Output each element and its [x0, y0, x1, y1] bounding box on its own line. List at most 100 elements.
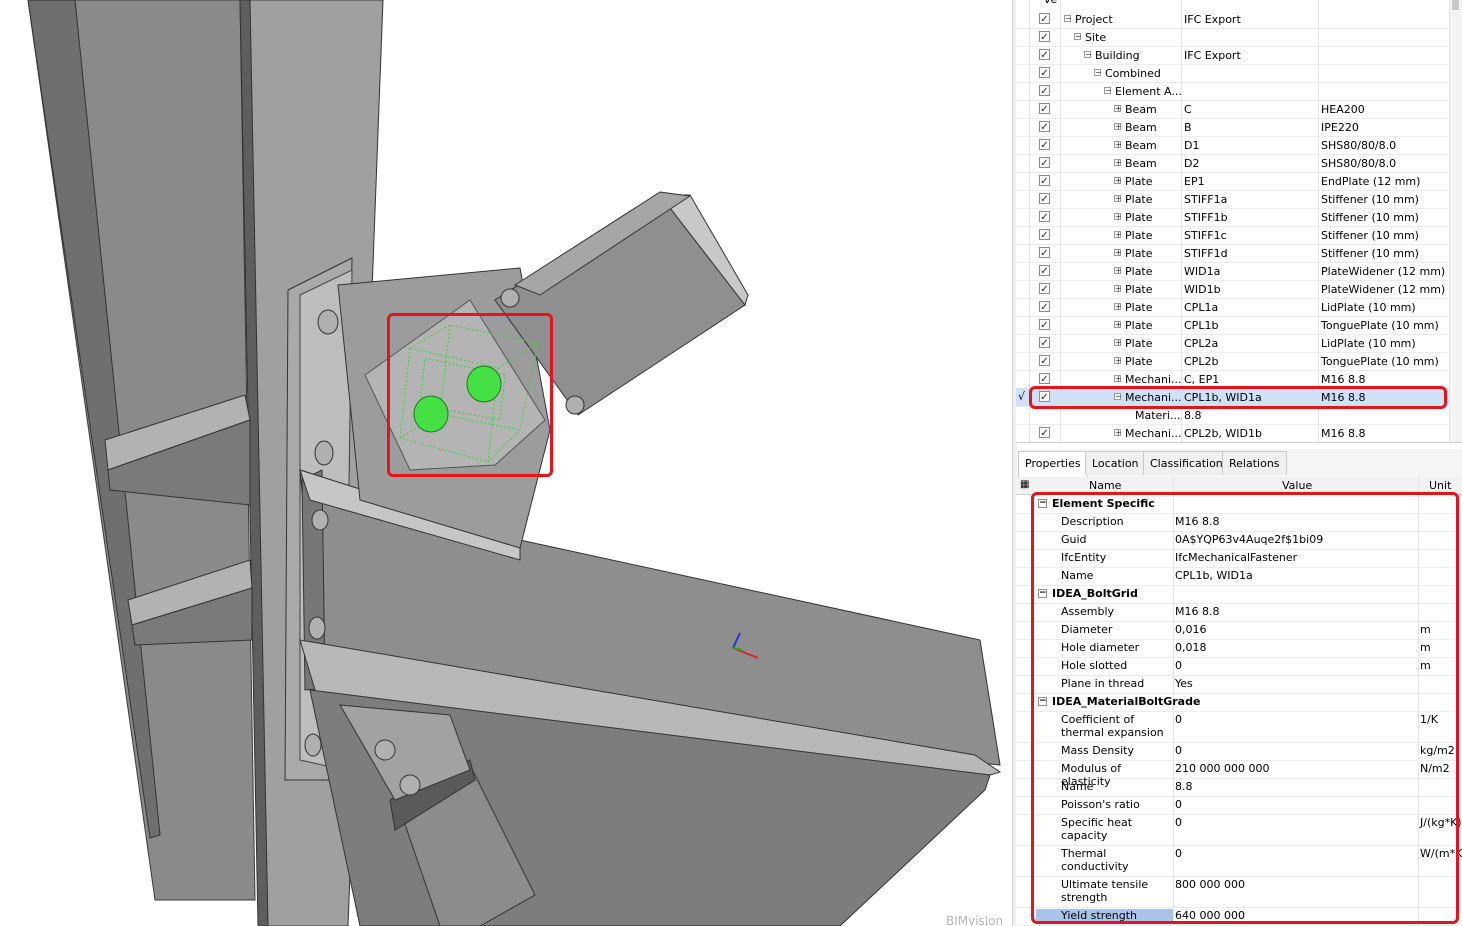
- visibility-checkbox[interactable]: ✓: [1039, 121, 1050, 133]
- collapse-icon[interactable]: −: [1074, 33, 1082, 41]
- tree-row[interactable]: ✓ + Plate CPL1a LidPlate (10 mm): [1016, 298, 1448, 317]
- expand-icon[interactable]: +: [1114, 195, 1122, 203]
- collapse-icon[interactable]: −: [1038, 697, 1047, 706]
- expand-icon[interactable]: +: [1114, 267, 1122, 275]
- expand-icon[interactable]: +: [1114, 105, 1122, 113]
- property-row[interactable]: Coefficient of thermal expansion 0 1/K: [1016, 711, 1456, 743]
- property-row[interactable]: Plane in thread Yes: [1016, 675, 1456, 694]
- expand-icon[interactable]: +: [1114, 123, 1122, 131]
- visibility-checkbox[interactable]: ✓: [1039, 391, 1050, 403]
- header-name[interactable]: Name: [1089, 479, 1121, 492]
- tree-row[interactable]: ✓ + Beam B IPE220: [1016, 118, 1448, 137]
- expand-icon[interactable]: +: [1114, 303, 1122, 311]
- 3d-viewport[interactable]: BIMvision: [0, 0, 1012, 926]
- collapse-icon[interactable]: −: [1104, 87, 1112, 95]
- tree-row[interactable]: ✓ − Building IFC Export: [1016, 46, 1448, 65]
- property-category[interactable]: − Element Specific: [1016, 495, 1456, 514]
- visibility-checkbox[interactable]: ✓: [1039, 193, 1050, 205]
- visibility-checkbox[interactable]: ✓: [1039, 247, 1050, 259]
- property-row[interactable]: Poisson's ratio 0: [1016, 796, 1456, 815]
- grid-options-icon[interactable]: ▦: [1020, 479, 1029, 490]
- property-row[interactable]: Hole diameter 0,018 m: [1016, 639, 1456, 658]
- property-row[interactable]: Description M16 8.8: [1016, 513, 1456, 532]
- property-row[interactable]: Name CPL1b, WID1a: [1016, 567, 1456, 586]
- tree-row[interactable]: ✓ + Plate CPL1b TonguePlate (10 mm): [1016, 316, 1448, 335]
- tree-row[interactable]: ✓ − Site: [1016, 28, 1448, 47]
- expand-icon[interactable]: +: [1114, 213, 1122, 221]
- steel-connection-model[interactable]: [0, 0, 1012, 926]
- tree-scrollbar[interactable]: [1449, 0, 1462, 442]
- expand-icon[interactable]: +: [1114, 285, 1122, 293]
- visibility-checkbox[interactable]: ✓: [1039, 13, 1050, 25]
- visibility-checkbox[interactable]: ✓: [1039, 139, 1050, 151]
- expand-icon[interactable]: +: [1114, 141, 1122, 149]
- expand-icon[interactable]: +: [1114, 321, 1122, 329]
- tree-row[interactable]: ✓ + Plate STIFF1c Stiffener (10 mm): [1016, 226, 1448, 245]
- collapse-icon[interactable]: −: [1038, 499, 1047, 508]
- tree-row[interactable]: ✓ + Mechani... C, EP1 M16 8.8: [1016, 370, 1448, 389]
- tree-row[interactable]: ✓ − Element A...: [1016, 82, 1448, 101]
- tree-row[interactable]: ✓ − Project IFC Export: [1016, 10, 1448, 29]
- tree-row[interactable]: Materi... 8.8: [1016, 406, 1448, 425]
- visibility-checkbox[interactable]: ✓: [1039, 283, 1050, 295]
- tree-row[interactable]: ✓ + Beam C HEA200: [1016, 100, 1448, 119]
- tree-row[interactable]: √ ✓ − Mechani... CPL1b, WID1a M16 8.8: [1016, 388, 1448, 407]
- header-value[interactable]: Value: [1282, 479, 1312, 492]
- tree-row[interactable]: ✓ + Plate WID1a PlateWidener (12 mm): [1016, 262, 1448, 281]
- property-row[interactable]: IfcEntity IfcMechanicalFastener: [1016, 549, 1456, 568]
- collapse-icon[interactable]: −: [1084, 51, 1092, 59]
- visibility-checkbox[interactable]: ✓: [1039, 67, 1050, 79]
- visibility-checkbox[interactable]: ✓: [1039, 301, 1050, 313]
- property-row[interactable]: Mass Density 0 kg/m2: [1016, 742, 1456, 761]
- tree-row[interactable]: ✓ + Plate STIFF1d Stiffener (10 mm): [1016, 244, 1448, 263]
- tree-row[interactable]: ✓ + Plate EP1 EndPlate (12 mm): [1016, 172, 1448, 191]
- collapse-icon[interactable]: −: [1114, 393, 1122, 401]
- properties-grid[interactable]: ▦ Name Value Unit − Element Specific Descr…: [1016, 477, 1462, 926]
- visibility-checkbox[interactable]: ✓: [1039, 49, 1050, 61]
- collapse-icon[interactable]: −: [1038, 589, 1047, 598]
- property-row[interactable]: Yield strength 640 000 000: [1016, 907, 1456, 926]
- expand-icon[interactable]: +: [1114, 375, 1122, 383]
- model-tree[interactable]: ve ✓−ProjectIFC Export✓−Site✓−BuildingIF…: [1016, 0, 1462, 443]
- tree-row[interactable]: ✓ + Plate CPL2a LidPlate (10 mm): [1016, 334, 1448, 353]
- collapse-icon[interactable]: −: [1094, 69, 1102, 77]
- collapse-icon[interactable]: −: [1064, 15, 1072, 23]
- visibility-checkbox[interactable]: ✓: [1039, 427, 1050, 439]
- tab-classification[interactable]: Classification: [1143, 451, 1230, 475]
- visibility-checkbox[interactable]: ✓: [1039, 319, 1050, 331]
- property-category[interactable]: − IDEA_BoltGrid: [1016, 585, 1456, 604]
- visibility-checkbox[interactable]: ✓: [1039, 265, 1050, 277]
- property-row[interactable]: Diameter 0,016 m: [1016, 621, 1456, 640]
- visibility-checkbox[interactable]: ✓: [1039, 175, 1050, 187]
- property-category[interactable]: − IDEA_MaterialBoltGrade: [1016, 693, 1456, 712]
- property-row[interactable]: Modulus of elasticity 210 000 000 000 N/m2: [1016, 760, 1456, 788]
- property-row[interactable]: Guid 0A$YQP63v4Auqe2f$1bi09: [1016, 531, 1456, 550]
- tree-row[interactable]: ✓ + Mechani... CPL2b, WID1b M16 8.8: [1016, 424, 1448, 442]
- tree-row[interactable]: ✓ + Plate WID1b PlateWidener (12 mm): [1016, 280, 1448, 299]
- visibility-checkbox[interactable]: ✓: [1039, 31, 1050, 43]
- tree-row[interactable]: ✓ + Plate STIFF1a Stiffener (10 mm): [1016, 190, 1448, 209]
- expand-icon[interactable]: +: [1114, 159, 1122, 167]
- visibility-checkbox[interactable]: ✓: [1039, 85, 1050, 97]
- header-unit[interactable]: Unit: [1429, 479, 1451, 492]
- property-row[interactable]: Hole slotted 0 m: [1016, 657, 1456, 676]
- expand-icon[interactable]: +: [1114, 249, 1122, 257]
- tree-row[interactable]: ✓ + Plate CPL2b TonguePlate (10 mm): [1016, 352, 1448, 371]
- tab-relations[interactable]: Relations: [1222, 451, 1287, 475]
- tab-properties[interactable]: Properties: [1018, 451, 1088, 477]
- tree-row[interactable]: ✓ + Beam D2 SHS80/80/8.0: [1016, 154, 1448, 173]
- tree-row[interactable]: ✓ + Beam D1 SHS80/80/8.0: [1016, 136, 1448, 155]
- property-row[interactable]: Specific heat capacity 0 J/(kg*K): [1016, 814, 1462, 846]
- tree-row[interactable]: ✓ − Combined: [1016, 64, 1448, 83]
- visibility-checkbox[interactable]: ✓: [1039, 229, 1050, 241]
- expand-icon[interactable]: +: [1114, 357, 1122, 365]
- tree-row[interactable]: ✓ + Plate STIFF1b Stiffener (10 mm): [1016, 208, 1448, 227]
- expand-icon[interactable]: +: [1114, 429, 1122, 437]
- property-row[interactable]: Name 8.8: [1016, 778, 1456, 797]
- expand-icon[interactable]: +: [1114, 339, 1122, 347]
- visibility-checkbox[interactable]: ✓: [1039, 103, 1050, 115]
- tab-location[interactable]: Location: [1085, 451, 1146, 475]
- property-row[interactable]: Assembly M16 8.8: [1016, 603, 1456, 622]
- property-row[interactable]: Ultimate tensile strength 800 000 000: [1016, 876, 1456, 908]
- expand-icon[interactable]: +: [1114, 231, 1122, 239]
